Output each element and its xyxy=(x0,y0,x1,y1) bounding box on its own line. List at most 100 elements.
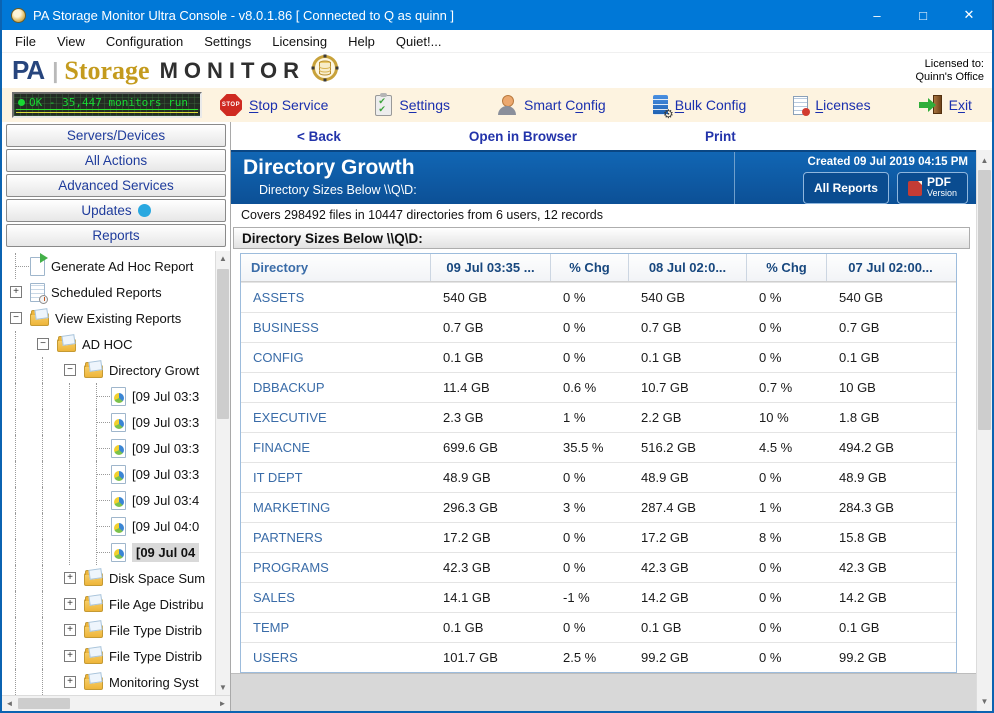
directory-link-cell[interactable]: USERS xyxy=(241,643,431,672)
pdf-version-button[interactable]: PDF Version xyxy=(897,172,968,204)
tree-item[interactable]: [09 Jul 04:0 xyxy=(2,513,215,539)
directory-link-cell[interactable]: BUSINESS xyxy=(241,313,431,342)
tree-hscrollbar-thumb[interactable] xyxy=(18,698,70,709)
sidebar-item-servers-devices[interactable]: Servers/Devices xyxy=(6,124,226,147)
value-cell: 35.5 % xyxy=(551,433,629,462)
expander-icon[interactable]: + xyxy=(64,624,76,636)
table-header-cell[interactable]: % Chg xyxy=(551,254,629,281)
tree-expander[interactable]: − xyxy=(29,331,56,357)
report-scrollbar-thumb[interactable] xyxy=(978,170,991,430)
settings-button[interactable]: ✔✔Settings xyxy=(375,95,450,116)
menu-item-file[interactable]: File xyxy=(12,32,39,51)
bulk-config-button[interactable]: ⚙Bulk Config xyxy=(653,95,747,115)
tree-item[interactable]: [09 Jul 03:3 xyxy=(2,409,215,435)
menu-item-configuration[interactable]: Configuration xyxy=(103,32,186,51)
directory-link-cell[interactable]: ASSETS xyxy=(241,283,431,312)
directory-link-cell[interactable]: PARTNERS xyxy=(241,523,431,552)
directory-link-cell[interactable]: SALES xyxy=(241,583,431,612)
tree-expander[interactable]: + xyxy=(56,617,83,643)
tree-guide xyxy=(29,383,56,409)
scroll-down-icon[interactable]: ▼ xyxy=(977,693,992,709)
expander-icon[interactable]: − xyxy=(64,364,76,376)
back-link[interactable]: < Back xyxy=(297,129,341,144)
expander-icon[interactable]: − xyxy=(37,338,49,350)
tree-item[interactable]: Generate Ad Hoc Report xyxy=(2,253,215,279)
print-link[interactable]: Print xyxy=(705,129,736,144)
menu-item-help[interactable]: Help xyxy=(345,32,378,51)
scroll-up-icon[interactable]: ▲ xyxy=(977,152,992,168)
menu-item-view[interactable]: View xyxy=(54,32,88,51)
close-button[interactable]: ✕ xyxy=(946,0,992,30)
expander-icon[interactable]: + xyxy=(64,572,76,584)
directory-link-cell[interactable]: TEMP xyxy=(241,613,431,642)
directory-link-cell[interactable]: FINACNE xyxy=(241,433,431,462)
tree-expander[interactable]: + xyxy=(56,591,83,617)
table-header-cell[interactable]: Directory xyxy=(241,254,431,281)
table-header-cell[interactable]: 08 Jul 02:0... xyxy=(629,254,747,281)
sidebar: Servers/DevicesAll ActionsAdvanced Servi… xyxy=(2,122,231,711)
tree-item[interactable]: −AD HOC xyxy=(2,331,215,357)
tree-item[interactable]: −View Existing Reports xyxy=(2,305,215,331)
toolbar-button-label: Smart Config xyxy=(524,97,606,113)
directory-link-cell[interactable]: PROGRAMS xyxy=(241,553,431,582)
tree-item[interactable]: [09 Jul 03:4 xyxy=(2,487,215,513)
tree-vertical-scrollbar[interactable]: ▲ ▼ xyxy=(215,251,230,695)
tree-item[interactable]: −Directory Growt xyxy=(2,357,215,383)
tree-item[interactable]: +Disk Space Sum xyxy=(2,565,215,591)
scroll-right-icon[interactable]: ► xyxy=(215,699,230,708)
tree-expander[interactable]: + xyxy=(56,643,83,669)
open-in-browser-link[interactable]: Open in Browser xyxy=(469,129,577,144)
tree-expander[interactable]: − xyxy=(56,357,83,383)
scroll-left-icon[interactable]: ◄ xyxy=(2,699,17,708)
directory-link-cell[interactable]: CONFIG xyxy=(241,343,431,372)
smart-config-button[interactable]: Smart Config xyxy=(497,95,606,115)
sidebar-item-updates[interactable]: Updates xyxy=(6,199,226,222)
tree-expander[interactable]: − xyxy=(2,305,29,331)
report-vertical-scrollbar[interactable]: ▲ ▼ xyxy=(976,150,992,711)
maximize-button[interactable]: □ xyxy=(900,0,946,30)
menu-item-quiet[interactable]: Quiet!... xyxy=(393,32,445,51)
table-row: USERS101.7 GB2.5 %99.2 GB0 %99.2 GB xyxy=(241,642,956,672)
tree-expander[interactable]: + xyxy=(2,279,29,305)
scroll-down-icon[interactable]: ▼ xyxy=(216,680,230,695)
tree-item[interactable]: [09 Jul 03:3 xyxy=(2,435,215,461)
directory-link-cell[interactable]: MARKETING xyxy=(241,493,431,522)
tree-horizontal-scrollbar[interactable]: ◄ ► xyxy=(2,695,230,711)
tree-item[interactable]: [09 Jul 03:3 xyxy=(2,461,215,487)
tree-scrollbar-thumb[interactable] xyxy=(217,269,229,419)
tree-expander[interactable]: + xyxy=(56,669,83,695)
expander-icon[interactable]: + xyxy=(64,676,76,688)
minimize-button[interactable]: – xyxy=(854,0,900,30)
tree-item[interactable]: +File Type Distrib xyxy=(2,617,215,643)
directory-link-cell[interactable]: DBBACKUP xyxy=(241,373,431,402)
exit-button[interactable]: Exit xyxy=(918,95,972,115)
table-header-cell[interactable]: 07 Jul 02:00... xyxy=(827,254,954,281)
table-header-cell[interactable]: % Chg xyxy=(747,254,827,281)
expander-icon[interactable]: − xyxy=(10,312,22,324)
menu-item-licensing[interactable]: Licensing xyxy=(269,32,330,51)
expander-icon[interactable]: + xyxy=(10,286,22,298)
menu-item-settings[interactable]: Settings xyxy=(201,32,254,51)
tree-item[interactable]: +Scheduled Reports xyxy=(2,279,215,305)
directory-link-cell[interactable]: IT DEPT xyxy=(241,463,431,492)
value-cell: 42.3 GB xyxy=(431,553,551,582)
sidebar-item-reports[interactable]: Reports xyxy=(6,224,226,247)
pie-report-icon xyxy=(111,543,126,562)
scroll-up-icon[interactable]: ▲ xyxy=(216,251,230,266)
tree-item[interactable]: [09 Jul 03:3 xyxy=(2,383,215,409)
expander-icon[interactable]: + xyxy=(64,598,76,610)
directory-link-cell[interactable]: EXECUTIVE xyxy=(241,403,431,432)
all-reports-button[interactable]: All Reports xyxy=(803,172,889,204)
tree-item[interactable]: +Monitoring Syst xyxy=(2,669,215,695)
stop-service-button[interactable]: STOPStop Service xyxy=(220,94,328,116)
sidebar-item-advanced-services[interactable]: Advanced Services xyxy=(6,174,226,197)
expander-icon[interactable]: + xyxy=(64,650,76,662)
sidebar-item-all-actions[interactable]: All Actions xyxy=(6,149,226,172)
tree-expander[interactable]: + xyxy=(56,565,83,591)
tree-item[interactable]: +File Age Distribu xyxy=(2,591,215,617)
tree-item[interactable]: [09 Jul 04 xyxy=(2,539,215,565)
licenses-button[interactable]: Licenses xyxy=(793,96,870,115)
server-gear-icon: ⚙ xyxy=(653,95,668,115)
table-header-cell[interactable]: 09 Jul 03:35 ... xyxy=(431,254,551,281)
tree-item[interactable]: +File Type Distrib xyxy=(2,643,215,669)
